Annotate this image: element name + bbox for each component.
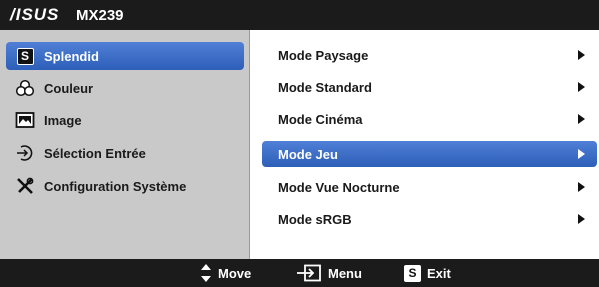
splendid-icon: S [14, 46, 36, 66]
title-bar: /ISUS MX239 [0, 0, 599, 30]
input-select-icon [14, 143, 36, 163]
enter-icon [296, 264, 322, 282]
image-icon [14, 110, 36, 130]
main-menu-item-selection-entree[interactable]: Sélection Entrée [6, 139, 244, 167]
tools-icon [14, 176, 36, 196]
submenu-item-mode-standard[interactable]: Mode Standard [262, 74, 597, 100]
splendid-exit-icon: S [404, 264, 421, 282]
arrow-right-icon [578, 82, 585, 92]
asus-logo: /ISUS [10, 5, 60, 24]
main-menu-item-image[interactable]: Image [6, 106, 244, 134]
submenu-label: Mode Jeu [278, 146, 338, 162]
submenu-item-mode-srgb[interactable]: Mode sRGB [262, 206, 597, 232]
main-menu-label: Sélection Entrée [44, 145, 146, 161]
menu-label: Menu [328, 265, 362, 281]
move-label: Move [218, 265, 252, 281]
submenu-item-mode-paysage[interactable]: Mode Paysage [262, 42, 597, 68]
submenu-item-mode-cinema[interactable]: Mode Cinéma [262, 106, 597, 132]
arrow-right-icon [578, 50, 585, 60]
submenu-label: Mode Vue Nocturne [278, 179, 400, 195]
footer-move[interactable]: Move [200, 259, 251, 287]
footer-exit[interactable]: S Exit [404, 259, 451, 287]
arrow-right-icon [578, 149, 585, 159]
main-menu-label: Couleur [44, 80, 94, 96]
main-menu-label: Configuration Système [44, 178, 187, 194]
main-menu-label: Splendid [44, 48, 99, 64]
model-name: MX239 [76, 7, 124, 24]
submenu-item-mode-vue-nocturne[interactable]: Mode Vue Nocturne [262, 174, 597, 200]
arrow-right-icon [578, 182, 585, 192]
submenu-label: Mode Cinéma [278, 111, 363, 127]
arrow-right-icon [578, 114, 585, 124]
submenu-label: Mode Standard [278, 79, 372, 95]
main-menu-item-couleur[interactable]: Couleur [6, 74, 244, 102]
color-icon [14, 78, 36, 98]
submenu-label: Mode sRGB [278, 211, 352, 227]
submenu-item-mode-jeu[interactable]: Mode Jeu [262, 141, 597, 167]
up-down-arrows-icon [200, 263, 212, 283]
exit-label: Exit [427, 265, 451, 281]
arrow-right-icon [578, 214, 585, 224]
main-menu-item-splendid[interactable]: S Splendid [6, 42, 244, 70]
main-menu-item-configuration-systeme[interactable]: Configuration Système [6, 172, 244, 200]
footer-bar: Move Menu S Exit [0, 259, 599, 287]
submenu-label: Mode Paysage [278, 47, 369, 63]
footer-menu[interactable]: Menu [296, 259, 362, 287]
osd-window: /ISUS MX239 S Splendid Couleur Image Sél… [0, 0, 599, 287]
main-menu-label: Image [44, 112, 82, 128]
